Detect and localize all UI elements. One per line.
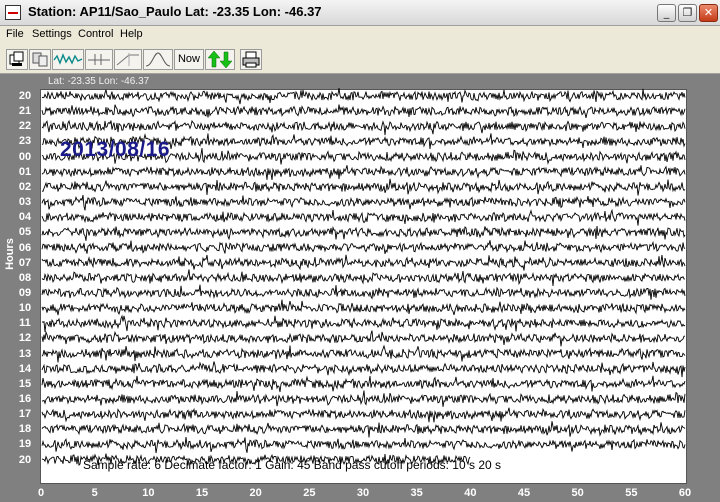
x-tick-label: 35	[410, 487, 423, 499]
hour-trace	[41, 421, 686, 438]
x-tick-label: 60	[678, 487, 692, 499]
hour-trace	[41, 344, 686, 363]
hour-trace	[41, 269, 686, 287]
seismogram-traces	[41, 88, 686, 466]
hour-trace	[41, 437, 686, 454]
x-tick-label: 20	[249, 487, 262, 499]
hour-trace	[41, 299, 686, 316]
x-tick-label: 30	[356, 487, 370, 499]
x-tick-label: 0	[37, 487, 45, 499]
hour-trace	[41, 240, 686, 255]
hour-trace	[41, 254, 686, 271]
hour-trace	[41, 208, 686, 226]
hour-trace	[41, 375, 686, 393]
hour-trace	[41, 165, 686, 180]
x-tick-label: 5	[91, 487, 98, 499]
hour-trace	[41, 178, 686, 196]
hour-trace	[41, 407, 686, 423]
hour-trace	[41, 314, 686, 332]
date-stamp: 2013/08/16	[60, 138, 171, 161]
x-tick-label: 45	[517, 487, 531, 499]
hour-trace	[41, 330, 686, 347]
hour-trace	[41, 119, 686, 136]
hour-trace	[41, 194, 686, 211]
hour-trace	[41, 104, 686, 118]
hour-trace	[41, 390, 686, 407]
hour-trace	[41, 88, 686, 105]
hour-trace	[41, 225, 686, 241]
x-tick-label: 10	[142, 487, 155, 499]
x-tick-label: 50	[571, 487, 584, 499]
x-tick-label: 15	[195, 487, 209, 499]
x-tick-label: 25	[303, 487, 316, 499]
info-text: Sample rate: 6 Decimate factor: 1 Gain: …	[83, 458, 502, 472]
hour-trace	[41, 284, 686, 300]
x-tick-label: 55	[625, 487, 638, 499]
x-tick-label: 40	[464, 487, 477, 499]
hour-trace	[41, 361, 686, 378]
